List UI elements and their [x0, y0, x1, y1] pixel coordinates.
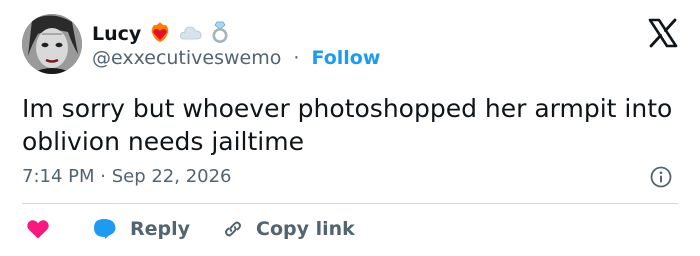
follow-button[interactable]: Follow: [312, 47, 381, 69]
cloud-icon: [179, 22, 203, 46]
x-logo-icon[interactable]: [648, 18, 678, 48]
avatar[interactable]: [22, 14, 82, 74]
reply-bubble-icon: [92, 217, 118, 241]
reply-button[interactable]: Reply: [92, 217, 190, 241]
link-icon: [222, 218, 244, 240]
avatar-image: [22, 14, 82, 74]
ring-icon: [211, 20, 229, 48]
divider: [22, 203, 678, 204]
display-name[interactable]: Lucy: [92, 23, 141, 45]
handle-row: @exxecutiveswemo · Follow: [92, 47, 380, 69]
like-button[interactable]: [26, 218, 50, 240]
user-handle[interactable]: @exxecutiveswemo: [92, 47, 281, 69]
name-row: Lucy: [92, 21, 229, 47]
copy-link-button[interactable]: Copy link: [222, 218, 355, 240]
handle-separator: ·: [293, 47, 300, 69]
copy-link-label: Copy link: [256, 218, 355, 240]
heart-on-fire-icon: [149, 21, 171, 47]
tweet-timestamp[interactable]: 7:14 PM · Sep 22, 2026: [22, 166, 232, 187]
reply-label: Reply: [130, 218, 191, 240]
info-icon[interactable]: [650, 166, 672, 188]
heart-icon: [26, 218, 50, 240]
action-bar: Reply Copy link: [26, 216, 355, 242]
tweet-text: Im sorry but whoever photoshopped her ar…: [22, 94, 673, 156]
